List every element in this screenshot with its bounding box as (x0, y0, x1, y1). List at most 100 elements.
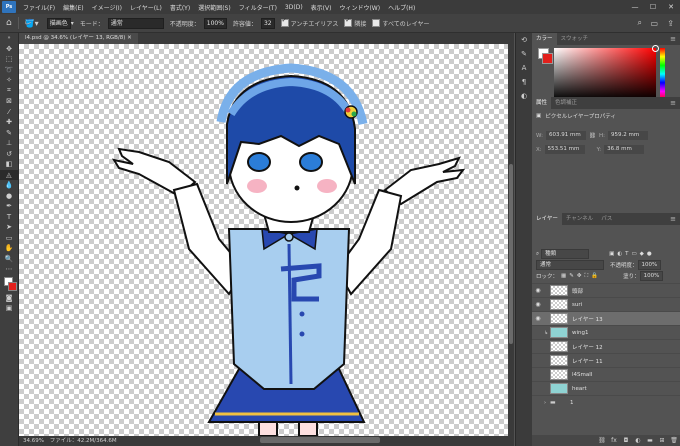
menu-image[interactable]: イメージ(I) (88, 3, 126, 12)
lasso-tool-icon[interactable]: ➰ (0, 65, 18, 76)
search-icon[interactable]: ⌕ (638, 18, 642, 28)
zoom-tool-icon[interactable]: 🔍 (0, 254, 18, 265)
mask-icon[interactable]: ◘ (620, 437, 632, 444)
opacity-field[interactable]: 100% (202, 17, 227, 29)
layer-row[interactable]: ◉↳ wing1 (532, 325, 680, 339)
tab-paths[interactable]: パス (597, 213, 616, 225)
new-layer-icon[interactable]: ⊞ (656, 437, 668, 444)
height-field[interactable]: 959.2 mm (607, 131, 648, 140)
link-icon[interactable]: ⛓ (589, 133, 596, 139)
menu-file[interactable]: ファイル(F) (19, 3, 59, 12)
path-select-icon[interactable]: ➤ (0, 222, 18, 233)
eye-icon[interactable]: ◉ (532, 357, 544, 364)
layer-group-row[interactable]: ◉› ▬ 1 (532, 395, 680, 409)
tab-properties[interactable]: 属性 (532, 97, 552, 109)
fill-field[interactable]: 100% (639, 271, 664, 281)
eye-icon[interactable]: ◉ (532, 343, 544, 350)
eye-icon[interactable]: ◉ (532, 301, 544, 308)
workspace-icon[interactable]: ▭ (650, 19, 658, 28)
paint-bucket-icon[interactable]: 🪣▾ (25, 19, 39, 28)
eye-icon[interactable]: ◉ (532, 315, 544, 322)
fx-icon[interactable]: fx (608, 437, 620, 444)
hue-slider[interactable] (660, 48, 665, 100)
menu-3d[interactable]: 3D(D) (281, 4, 307, 11)
eye-icon[interactable]: ◉ (532, 399, 544, 406)
crop-tool-icon[interactable]: ⌗ (0, 86, 18, 97)
antialias-checkbox[interactable]: アンチエイリアス (280, 17, 338, 28)
layer-row[interactable]: ◉ heart (532, 381, 680, 395)
dodge-tool-icon[interactable]: ● (0, 191, 18, 202)
share-icon[interactable]: ⇪ (667, 19, 674, 28)
blend-mode-select[interactable]: 通常 (536, 260, 604, 270)
color-swatches[interactable] (0, 275, 18, 293)
menu-help[interactable]: ヘルプ(H) (384, 3, 419, 12)
eye-icon[interactable]: ◉ (532, 385, 544, 392)
brush-tool-icon[interactable]: ✎ (0, 128, 18, 139)
zoom-level[interactable]: 34.69% (23, 438, 44, 444)
background-color-swatch[interactable] (542, 53, 553, 64)
eraser-tool-icon[interactable]: ◧ (0, 159, 18, 170)
home-icon[interactable]: ⌂ (6, 18, 12, 28)
document-canvas[interactable] (19, 44, 508, 436)
type-tool-icon[interactable]: T (0, 212, 18, 223)
more-tools-icon[interactable]: ⋯ (0, 264, 18, 275)
magic-wand-icon[interactable]: ✧ (0, 75, 18, 86)
contiguous-checkbox[interactable]: 隣接 (344, 17, 366, 28)
shape-tool-icon[interactable]: ▭ (0, 233, 18, 244)
adjustment-layer-icon[interactable]: ◐ (632, 437, 644, 444)
screen-mode-icon[interactable]: ▣ (0, 303, 18, 314)
menu-window[interactable]: ウィンドウ(W) (335, 3, 384, 12)
link-layers-icon[interactable]: ⛓ (596, 437, 608, 444)
minimize-button[interactable]: — (626, 0, 644, 14)
character-icon[interactable]: A (516, 61, 532, 75)
paint-bucket-tool-icon[interactable]: ◬ (0, 169, 18, 180)
pen-tool-icon[interactable]: ✒ (0, 201, 18, 212)
tab-adjustments[interactable]: 色調補正 (551, 97, 581, 109)
mode-select[interactable]: 通常 (106, 17, 164, 29)
history-brush-icon[interactable]: ↺ (0, 149, 18, 160)
tab-channels[interactable]: チャンネル (562, 213, 597, 225)
eyedropper-icon[interactable]: ⁄ (0, 107, 18, 118)
frame-tool-icon[interactable]: ⊠ (0, 96, 18, 107)
collapse-icon[interactable]: » (0, 33, 18, 44)
history-icon[interactable]: ⟲ (516, 33, 532, 47)
tab-swatches[interactable]: スウォッチ (557, 33, 593, 45)
tab-layers[interactable]: レイヤー (532, 213, 562, 225)
layer-filter[interactable]: ⌕ 種類 ▣◐T▭◆● (536, 249, 655, 259)
menu-layer[interactable]: レイヤー(L) (126, 3, 166, 12)
panel-menu-icon[interactable]: ≡ (670, 213, 676, 225)
layer-opacity-field[interactable]: 100% (637, 260, 662, 270)
brush-settings-icon[interactable]: ✎ (516, 47, 532, 61)
menu-select[interactable]: 選択範囲(S) (194, 3, 235, 12)
menu-edit[interactable]: 編集(E) (59, 3, 87, 12)
all-layers-checkbox[interactable]: すべてのレイヤー (372, 19, 430, 28)
trash-icon[interactable]: 🗑 (668, 437, 680, 444)
layer-row-selected[interactable]: ◉ レイヤー 13 (532, 311, 680, 325)
new-group-icon[interactable]: ▬ (644, 437, 656, 444)
menu-type[interactable]: 書式(Y) (166, 3, 194, 12)
healing-brush-icon[interactable]: ✚ (0, 117, 18, 128)
hand-tool-icon[interactable]: ✋ (0, 243, 18, 254)
marquee-tool-icon[interactable]: ⬚ (0, 54, 18, 65)
lock-icons[interactable]: ▦✎✥⛶🔒 (561, 273, 601, 280)
move-tool-icon[interactable]: ✥ (0, 44, 18, 55)
layer-row[interactable]: ◉ レイヤー 12 (532, 339, 680, 353)
color-picker-field[interactable] (554, 45, 659, 100)
y-field[interactable]: 36.8 mm (604, 145, 645, 154)
panel-menu-icon[interactable]: ≡ (670, 97, 676, 109)
tab-color[interactable]: カラー (532, 33, 557, 45)
layer-row[interactable]: ◉ l4Small (532, 367, 680, 381)
blur-tool-icon[interactable]: 💧 (0, 180, 18, 191)
document-tab[interactable]: l4.psd @ 34.6% (レイヤー 13, RGB/8) ✕ (19, 33, 138, 44)
horizontal-scrollbar[interactable] (260, 437, 380, 443)
menu-filter[interactable]: フィルター(T) (235, 3, 281, 12)
width-field[interactable]: 603.91 mm (545, 131, 586, 140)
quick-mask-icon[interactable]: ◙ (0, 293, 18, 304)
stamp-tool-icon[interactable]: ⊥ (0, 138, 18, 149)
layer-row[interactable]: ◉ suri (532, 297, 680, 311)
eye-icon[interactable]: ◉ (532, 371, 544, 378)
close-button[interactable]: ✕ (662, 0, 680, 14)
tolerance-field[interactable]: 32 (259, 17, 275, 29)
paragraph-icon[interactable]: ¶ (516, 75, 532, 89)
maximize-button[interactable]: ☐ (644, 0, 662, 14)
